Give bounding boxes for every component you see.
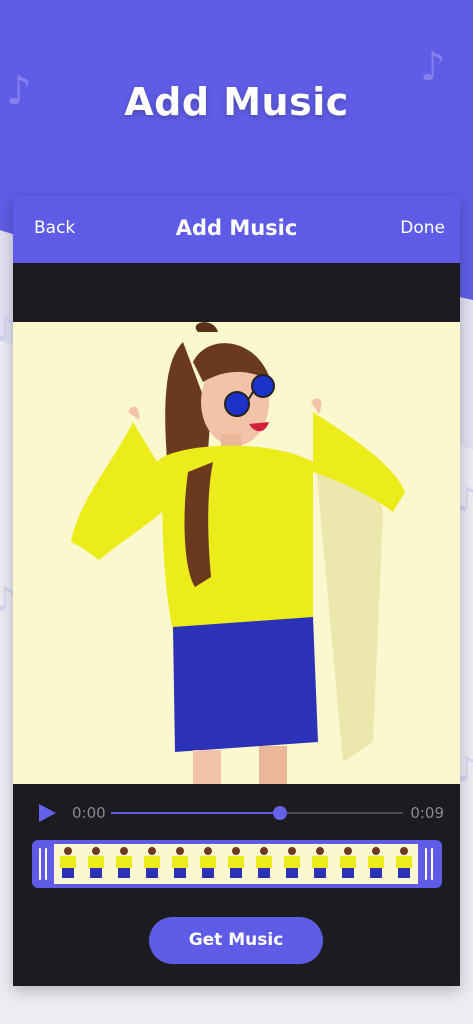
playback-progress-track[interactable]	[111, 806, 403, 820]
trim-handle-right[interactable]	[425, 848, 435, 880]
timeline-frame	[334, 844, 362, 884]
total-time: 0:09	[410, 804, 444, 822]
timeline-frame	[390, 844, 418, 884]
timeline-frame	[362, 844, 390, 884]
timeline-frame	[306, 844, 334, 884]
screen-title: Add Music	[175, 216, 298, 240]
done-button[interactable]: Done	[400, 218, 445, 238]
top-navigation-bar: Back Add Music Done	[13, 196, 460, 263]
timeline-frame	[138, 844, 166, 884]
timeline-frame	[278, 844, 306, 884]
video-timeline-filmstrip[interactable]	[32, 840, 442, 888]
app-screen: Back Add Music Done 0:00 0:09 Get Music	[13, 196, 460, 986]
trim-handle-left[interactable]	[39, 848, 49, 880]
model-photo	[71, 322, 405, 784]
timeline-frame	[82, 844, 110, 884]
timeline-frame	[222, 844, 250, 884]
timeline-frames	[54, 844, 418, 884]
video-preview[interactable]	[13, 322, 460, 784]
play-icon[interactable]	[36, 802, 58, 824]
get-music-button[interactable]: Get Music	[149, 917, 323, 964]
timeline-frame	[194, 844, 222, 884]
timeline-frame	[54, 844, 82, 884]
playback-progress-fill	[111, 812, 281, 814]
playback-scrubber-handle[interactable]	[273, 806, 288, 820]
timeline-frame	[166, 844, 194, 884]
current-time: 0:00	[72, 804, 106, 822]
audio-player-controls: 0:00 0:09 Get Music	[13, 784, 460, 986]
timeline-frame	[250, 844, 278, 884]
hero-title: Add Music	[124, 80, 349, 124]
timeline-frame	[110, 844, 138, 884]
timeline-thumbnails	[54, 844, 418, 884]
